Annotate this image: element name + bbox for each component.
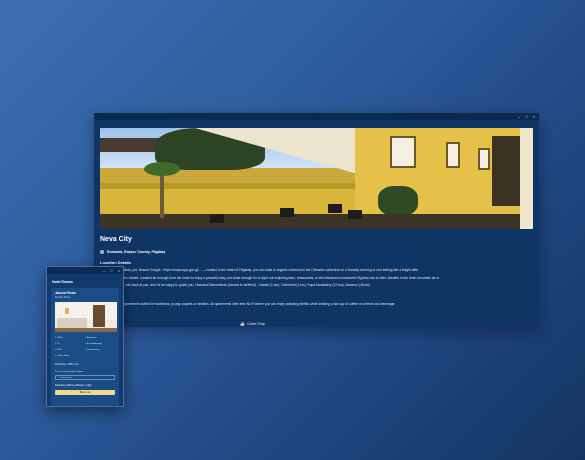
feature-item: ▪ 1 Bed: [55, 336, 63, 339]
minimize-icon[interactable]: –: [518, 114, 520, 119]
feature-item: ▪ Bathroom: [85, 336, 97, 339]
location-text: Romania, Brașov County, Făgăraș: [107, 250, 166, 254]
wifi-icon: ▪: [55, 348, 56, 351]
location-details-heading: Location Details: [100, 260, 131, 265]
window-titlebar: – □ ×: [94, 113, 539, 120]
snowflake-icon: ▪: [85, 342, 86, 345]
room-features: ▪ 1 Bed ▪ Bathroom ▪ TV ▪ Air conditioning ▪…: [55, 336, 115, 357]
window-controls: – □ ×: [518, 114, 535, 119]
room-photo: [55, 302, 117, 332]
location-details-line: ... ugh the majestic citadel. Located fa…: [100, 275, 440, 280]
feature-item: ▪ Coffee Shop: [55, 354, 70, 357]
close-icon[interactable]: ×: [118, 268, 120, 273]
amenity-label: Coffee Shop: [246, 321, 266, 326]
location-details-line: ... Str. ... 10, Făgăraș, jud. Brașov Go…: [100, 268, 419, 272]
maximize-icon[interactable]: □: [525, 114, 527, 119]
window-controls: – □ ×: [103, 268, 120, 273]
room-name: Jacuzzi Room: [55, 291, 77, 295]
hotel-hero-image: [100, 128, 533, 229]
parking-icon: ▪: [85, 348, 86, 351]
coffee-icon: ▪: [55, 354, 56, 357]
feature-item: ▪ TV: [55, 342, 60, 345]
listing-location: Romania, Brașov County, Făgăraș: [100, 250, 533, 254]
book-now-button[interactable]: Book now: [55, 390, 115, 395]
listing-title: Neva City: [100, 236, 132, 243]
amenity-item: ☕ Coffee Shop: [240, 321, 533, 326]
bath-icon: ▪: [85, 336, 86, 339]
window-titlebar: – □ ×: [47, 267, 123, 274]
hotel-description: ... ern spacious apartments suited for b…: [100, 301, 396, 306]
bed-icon: ▪: [55, 336, 56, 339]
amenities-heading: Amenities: [100, 312, 533, 317]
maximize-icon[interactable]: □: [110, 268, 112, 273]
coffee-icon: ☕: [240, 321, 245, 327]
minimize-icon[interactable]: –: [103, 268, 105, 273]
promo-code-input[interactable]: Promo code: [55, 375, 115, 380]
location-pin-icon: [100, 250, 104, 254]
discount-note: Discount code applied above: [55, 371, 84, 373]
price-per-day: Price/Day: 280.0 Lei: [55, 363, 79, 366]
feature-item: ▪ Air conditioning: [85, 342, 102, 345]
book-now-label: Book now: [79, 391, 91, 394]
location-details-line: ... gifted peaks a ride back at you, and…: [100, 283, 371, 288]
total-price: Total Price 280.0 Lei/Room 1 night: [55, 384, 92, 387]
hotel-heading: Hotel: [100, 294, 533, 299]
rooms-heading: Hotel Rooms: [52, 280, 73, 284]
listing-content: Neva City Romania, Brașov County, Făgăra…: [94, 120, 539, 326]
room-type: Double Room: [55, 296, 71, 299]
feature-item: ▪ Free parking: [85, 348, 100, 351]
room-card[interactable]: Jacuzzi Room Double Room ▪ 1 Bed ▪ Bathroo…: [51, 288, 119, 406]
room-booking-window: – □ × Hotel Rooms Jacuzzi Room Double Ro…: [46, 266, 124, 407]
feature-item: ▪ Wi-Fi: [55, 348, 63, 351]
close-icon[interactable]: ×: [533, 114, 535, 119]
tv-icon: ▪: [55, 342, 56, 345]
listing-window: – □ × Neva City Romania, Brașov County, …: [94, 113, 539, 327]
